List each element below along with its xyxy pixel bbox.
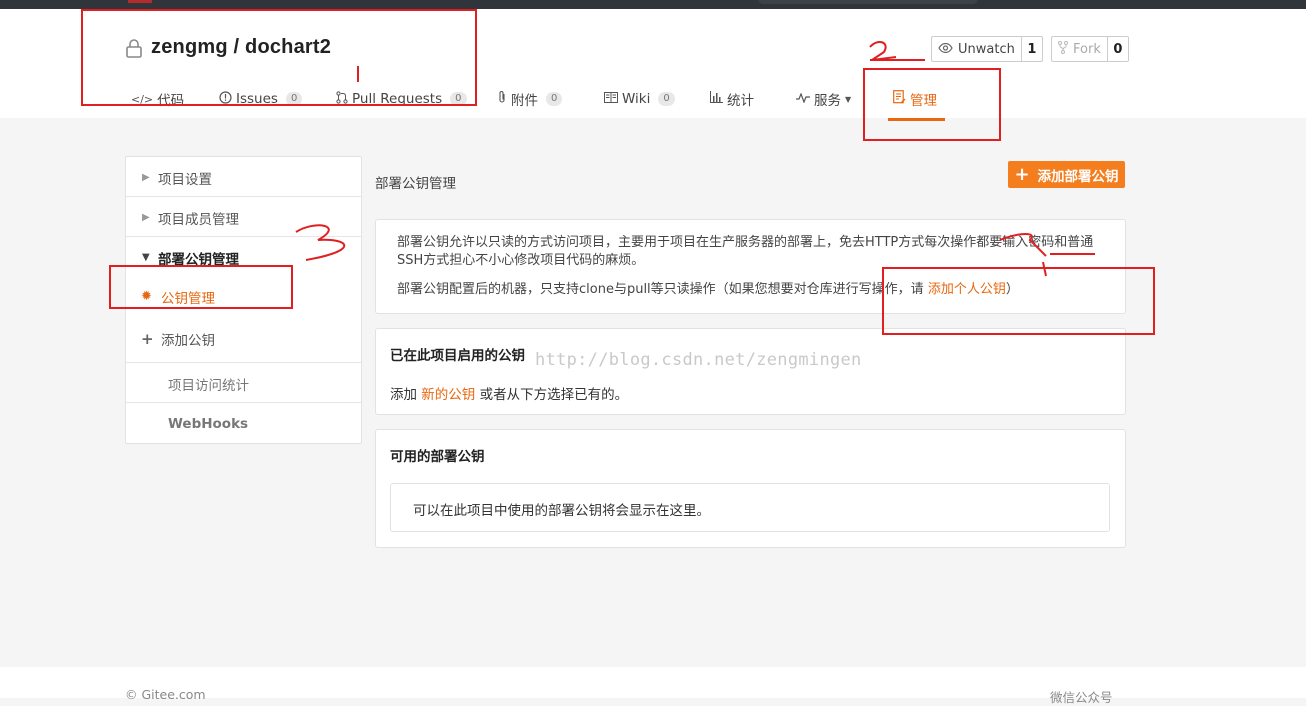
- watch-count[interactable]: 1: [1022, 37, 1042, 61]
- tab-wiki[interactable]: Wiki 0: [604, 89, 675, 109]
- sidebar-item-webhooks[interactable]: WebHooks: [126, 413, 361, 434]
- watch-button-group: Unwatch 1: [931, 36, 1043, 62]
- footer-copyright: © Gitee.com: [125, 687, 206, 702]
- caret-down-icon: ▼: [845, 94, 852, 104]
- annotation-box-key-management: [109, 265, 293, 309]
- enabled-keys-panel: 已在此项目启用的公钥 添加 新的公钥 或者从下方选择已有的。: [375, 328, 1126, 415]
- sidebar-divider: [126, 196, 361, 197]
- enabled-keys-text: 添加 新的公钥 或者从下方选择已有的。: [390, 383, 628, 403]
- fork-label: Fork: [1073, 41, 1101, 57]
- tab-attachments-label: 附件: [511, 93, 538, 109]
- annotation-box-manage: [863, 68, 1001, 141]
- unwatch-label: Unwatch: [958, 41, 1015, 57]
- available-keys-heading: 可用的部署公钥: [390, 449, 485, 465]
- top-navbar: [0, 0, 1306, 9]
- sidebar-item-label: 项目成员管理: [158, 211, 239, 228]
- footer: © Gitee.com 微信公众号: [0, 667, 1306, 705]
- pulse-icon: [796, 91, 810, 107]
- sidebar-item-label: WebHooks: [168, 415, 249, 432]
- available-keys-empty: 可以在此项目中使用的部署公钥将会显示在这里。: [390, 483, 1110, 532]
- sidebar-item-access-stats[interactable]: 项目访问统计: [126, 373, 361, 394]
- annotation-box-repo: [81, 9, 477, 106]
- tab-stats[interactable]: 统计: [710, 89, 754, 109]
- footer-wechat-link[interactable]: 微信公众号: [1050, 687, 1113, 706]
- plus-icon: +: [1014, 163, 1030, 185]
- sidebar-item-label: 项目设置: [158, 171, 212, 188]
- sidebar-item-add-key[interactable]: + 添加公钥: [126, 328, 361, 349]
- new-key-link[interactable]: 新的公钥: [421, 387, 475, 403]
- unwatch-button[interactable]: Unwatch: [932, 37, 1022, 61]
- sidebar-divider: [126, 362, 361, 363]
- enabled-keys-heading: 已在此项目启用的公钥: [390, 348, 525, 364]
- plus-icon: +: [141, 329, 154, 348]
- fork-button-group: Fork 0: [1051, 36, 1129, 62]
- sidebar-item-label: 项目访问统计: [168, 377, 249, 394]
- sidebar-item-members[interactable]: ▶ 项目成员管理: [126, 207, 361, 228]
- bar-chart-icon: [710, 91, 723, 107]
- eye-icon: [938, 42, 953, 57]
- caret-right-icon: ▶: [142, 172, 150, 183]
- add-deploy-key-label: 添加部署公钥: [1037, 168, 1119, 185]
- sidebar-item-label: 添加公钥: [161, 332, 215, 349]
- navbar-logo-strip: [128, 0, 152, 3]
- sidebar-divider: [126, 236, 361, 237]
- fork-icon: [1058, 40, 1068, 58]
- tab-services[interactable]: 服务 ▼: [796, 89, 851, 109]
- sidebar-item-project-settings[interactable]: ▶ 项目设置: [126, 167, 361, 188]
- tab-wiki-count: 0: [658, 92, 675, 106]
- tab-services-label: 服务: [814, 93, 841, 109]
- sidebar-divider: [126, 402, 361, 403]
- available-keys-panel: 可用的部署公钥 可以在此项目中使用的部署公钥将会显示在这里。: [375, 429, 1126, 548]
- wiki-icon: [604, 91, 618, 107]
- empty-state-text: 可以在此项目中使用的部署公钥将会显示在这里。: [413, 503, 710, 519]
- enabled-text-prefix: 添加: [390, 387, 422, 403]
- enabled-text-suffix: 或者从下方选择已有的。: [475, 387, 629, 403]
- fork-button[interactable]: Fork: [1052, 37, 1108, 61]
- tab-attachments-count: 0: [546, 92, 563, 106]
- tab-stats-label: 统计: [727, 93, 754, 109]
- tab-attachments[interactable]: 附件 0: [497, 89, 563, 109]
- navbar-search[interactable]: [758, 0, 978, 4]
- caret-down-icon: ▼: [142, 252, 150, 263]
- fork-count[interactable]: 0: [1108, 37, 1128, 61]
- page-title: 部署公钥管理: [375, 176, 456, 192]
- info-description: 部署公钥允许以只读的方式访问项目，主要用于项目在生产服务器的部署上，免去HTTP…: [397, 235, 1094, 268]
- add-deploy-key-button[interactable]: + 添加部署公钥: [1008, 161, 1125, 188]
- caret-right-icon: ▶: [142, 212, 150, 223]
- info-note-text: 部署公钥配置后的机器，只支持clone与pull等只读操作（如果您想要对仓库进行…: [397, 282, 928, 297]
- tab-wiki-label: Wiki: [622, 91, 651, 107]
- paperclip-icon: [497, 90, 507, 108]
- watermark: http://blog.csdn.net/zengmingen: [535, 350, 862, 370]
- annotation-box-personal-key: [882, 267, 1155, 335]
